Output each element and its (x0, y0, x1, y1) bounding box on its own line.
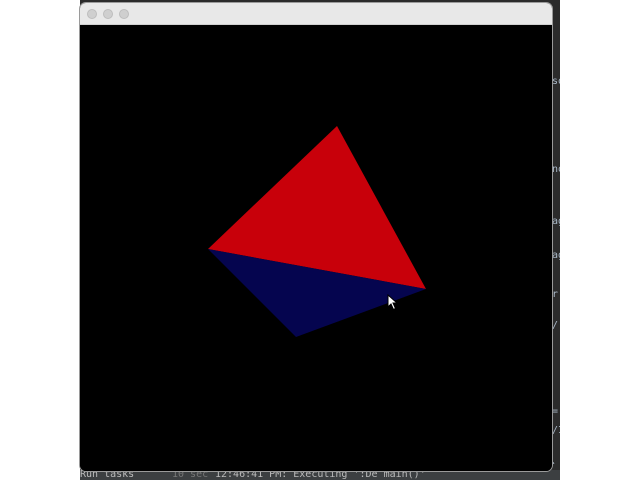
code-fragment: r (552, 289, 559, 300)
code-fragment: /I (552, 425, 560, 436)
background-status-bar: Run tasks 10 sec 12:46:41 PM: Executing … (80, 470, 560, 480)
zoom-button[interactable] (119, 9, 129, 19)
window-titlebar[interactable] (80, 3, 552, 25)
app-window (80, 3, 552, 471)
minimize-button[interactable] (103, 9, 113, 19)
code-fragment: / (552, 320, 559, 331)
background-code-fragments: so no ag ag r / = /I \ (552, 24, 560, 464)
code-fragment: so (552, 76, 560, 87)
render-canvas[interactable] (80, 25, 552, 471)
code-fragment: no (552, 164, 560, 175)
run-duration: 10 sec (172, 470, 209, 480)
run-tasks-tab[interactable]: Run tasks (80, 470, 134, 480)
code-fragment: ag (552, 216, 560, 227)
arrow-pointer-icon (387, 294, 399, 311)
code-fragment: \ (552, 461, 558, 464)
close-button[interactable] (87, 9, 97, 19)
code-fragment: = (552, 406, 559, 417)
pyramid-scene (208, 126, 426, 337)
run-log-line: 12:46:41 PM: Executing ':De main()' (215, 470, 426, 480)
code-fragment: ag (552, 250, 560, 261)
